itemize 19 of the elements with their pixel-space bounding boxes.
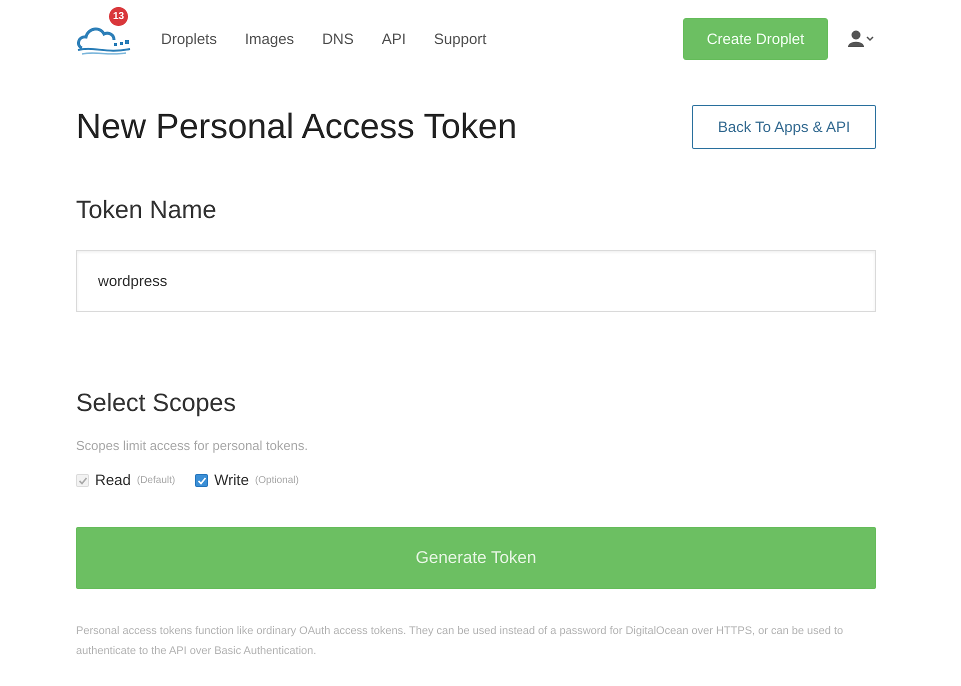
section-heading: Select Scopes	[76, 389, 237, 418]
token-name-field[interactable]: wordpress	[76, 250, 876, 312]
scopes-description: Scopes limit access for personal tokens.	[76, 438, 309, 453]
checkbox-label: Write	[214, 472, 249, 489]
option-note: (Default)	[136, 475, 176, 486]
section-heading: Token Name	[76, 196, 218, 225]
back-button[interactable]: Back To Apps & API	[692, 105, 876, 149]
nav-link[interactable]: Droplets	[161, 30, 217, 48]
notification-badge: 13	[109, 7, 128, 26]
checkbox-label: Read	[95, 472, 131, 489]
nav-link[interactable]: DNS	[322, 30, 354, 48]
user-menu-icon[interactable]	[848, 30, 876, 48]
nav-link[interactable]: API	[382, 30, 406, 48]
page-title: New Personal Access Token	[76, 107, 517, 147]
footer-note: Personal access tokens function like ordinary OAuth access tokens. They can be used instead of a password for DigitalOcean over HTTPS, or can be used to authenticate to the API over Basic Authentication.	[76, 624, 844, 659]
option-note: (Optional)	[254, 475, 299, 486]
nav-link[interactable]: Images	[244, 30, 294, 48]
checkbox[interactable]	[195, 474, 208, 487]
nav-link[interactable]: Support	[434, 30, 486, 48]
